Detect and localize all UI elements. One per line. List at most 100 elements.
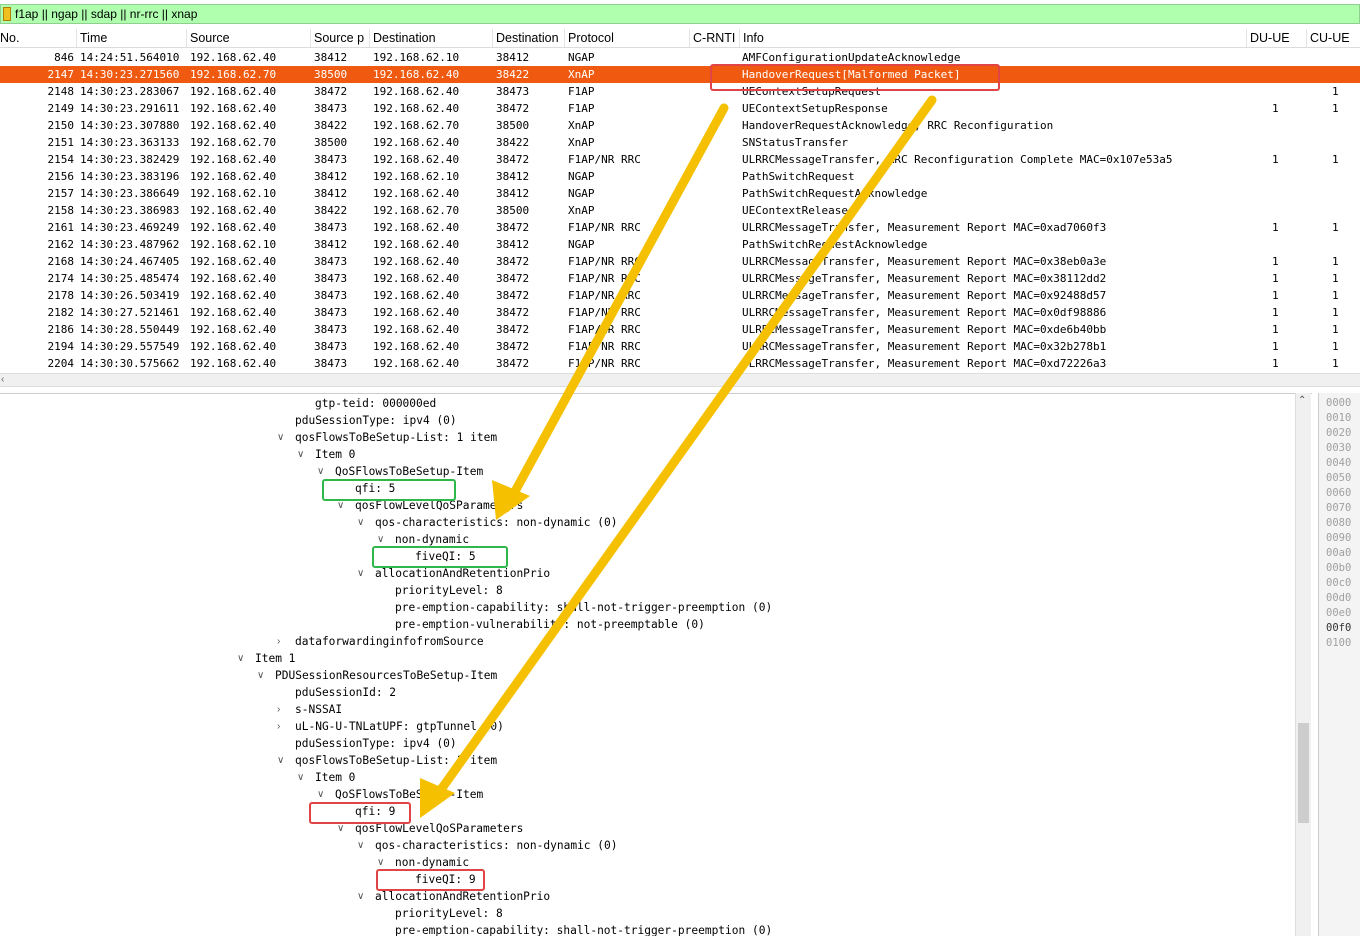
collapsed-chevron-icon[interactable]: › — [277, 636, 280, 647]
collapsed-chevron-icon[interactable]: › — [277, 721, 280, 732]
packet-list-horizontal-scrollbar[interactable]: ‹ — [0, 373, 1360, 387]
packet-info: UEContextRelease — [742, 204, 848, 217]
tree-node[interactable]: priorityLevel: 8 — [395, 907, 503, 924]
column-header[interactable]: CU-UE — [1310, 31, 1350, 45]
column-header[interactable]: Destination — [496, 31, 559, 45]
packet-row[interactable]: 2168 14:30:24.467405 192.168.62.40 38473 192… — [0, 253, 1360, 270]
packet-row[interactable]: 2204 14:30:30.575662 192.168.62.40 38473 192… — [0, 355, 1360, 372]
collapsed-chevron-icon[interactable]: › — [277, 704, 280, 715]
expanded-chevron-icon[interactable]: ∨ — [297, 772, 304, 783]
column-separator[interactable] — [564, 29, 565, 47]
tree-node[interactable]: Item 0 — [315, 448, 355, 465]
packet-row[interactable]: 2186 14:30:28.550449 192.168.62.40 38473 192… — [0, 321, 1360, 338]
packet-time: 14:30:23.386983 — [80, 204, 180, 217]
column-header[interactable]: Time — [80, 31, 107, 45]
packet-row[interactable]: 2162 14:30:23.487962 192.168.62.10 38412 192… — [0, 236, 1360, 253]
tree-node[interactable]: pre-emption-vulnerability: not-preemptab… — [395, 618, 705, 635]
packet-dport: 38472 — [496, 323, 530, 336]
expanded-chevron-icon[interactable]: ∨ — [317, 466, 324, 477]
scrollbar-thumb[interactable] — [1298, 723, 1309, 823]
tree-node[interactable]: priorityLevel: 8 — [395, 584, 503, 601]
tree-node[interactable]: gtp-teid: 000000ed — [315, 397, 436, 414]
column-separator[interactable] — [689, 29, 690, 47]
column-header[interactable]: Source p — [314, 31, 364, 45]
tree-node[interactable]: uL-NG-U-TNLatUPF: gtpTunnel (0) — [295, 720, 504, 737]
packet-row[interactable]: 2150 14:30:23.307880 192.168.62.40 38422 192… — [0, 117, 1360, 134]
packet-proto: XnAP — [568, 136, 595, 149]
tree-node[interactable]: pduSessionType: ipv4 (0) — [295, 414, 457, 431]
column-header[interactable]: No. — [0, 31, 19, 45]
scroll-left-icon[interactable]: ‹ — [1, 374, 4, 385]
packet-row[interactable]: 2178 14:30:26.503419 192.168.62.40 38473 192… — [0, 287, 1360, 304]
expanded-chevron-icon[interactable]: ∨ — [377, 857, 384, 868]
tree-node[interactable]: pre-emption-capability: shall-not-trigge… — [395, 601, 772, 618]
column-separator[interactable] — [369, 29, 370, 47]
expanded-chevron-icon[interactable]: ∨ — [337, 823, 344, 834]
tree-node[interactable]: s-NSSAI — [295, 703, 342, 720]
tree-node[interactable]: Item 1 — [255, 652, 295, 669]
packet-row[interactable]: 2161 14:30:23.469249 192.168.62.40 38473 192… — [0, 219, 1360, 236]
column-separator[interactable] — [310, 29, 311, 47]
packet-row[interactable]: 2147 14:30:23.271560 192.168.62.70 38500 192… — [0, 66, 1360, 83]
tree-node[interactable]: qos-characteristics: non-dynamic (0) — [375, 516, 617, 533]
packet-no: 2154 — [47, 153, 75, 166]
packet-row[interactable]: 2154 14:30:23.382429 192.168.62.40 38473 192… — [0, 151, 1360, 168]
tree-node[interactable]: allocationAndRetentionPrio — [375, 890, 550, 907]
column-header[interactable]: Source — [190, 31, 230, 45]
packet-row[interactable]: 2148 14:30:23.283067 192.168.62.40 38472 192… — [0, 83, 1360, 100]
expanded-chevron-icon[interactable]: ∨ — [257, 670, 264, 681]
tree-node[interactable]: pduSessionType: ipv4 (0) — [295, 737, 457, 754]
packet-row[interactable]: 2194 14:30:29.557549 192.168.62.40 38473 192… — [0, 338, 1360, 355]
packet-row[interactable]: 2151 14:30:23.363133 192.168.62.70 38500 192… — [0, 134, 1360, 151]
expanded-chevron-icon[interactable]: ∨ — [297, 449, 304, 460]
expanded-chevron-icon[interactable]: ∨ — [357, 568, 364, 579]
packet-row[interactable]: 2149 14:30:23.291611 192.168.62.40 38473 192… — [0, 100, 1360, 117]
tree-node[interactable]: allocationAndRetentionPrio — [375, 567, 550, 584]
display-filter-input[interactable]: f1ap || ngap || sdap || nr-rrc || xnap — [15, 7, 197, 21]
column-header[interactable]: DU-UE — [1250, 31, 1290, 45]
column-separator[interactable] — [186, 29, 187, 47]
tree-node[interactable]: qosFlowsToBeSetup-List: 1 item — [295, 431, 497, 448]
expanded-chevron-icon[interactable]: ∨ — [337, 500, 344, 511]
column-header[interactable]: Info — [743, 31, 764, 45]
tree-node[interactable]: qosFlowsToBeSetup-List: 1 item — [295, 754, 497, 771]
tree-node[interactable]: qosFlowLevelQoSParameters — [355, 822, 523, 839]
packet-row[interactable]: 2158 14:30:23.386983 192.168.62.40 38422 192… — [0, 202, 1360, 219]
column-separator[interactable] — [76, 29, 77, 47]
column-header[interactable]: C-RNTI — [693, 31, 735, 45]
bookmark-icon[interactable] — [3, 7, 11, 21]
column-separator[interactable] — [1306, 29, 1307, 47]
details-vertical-scrollbar[interactable]: ⌃ — [1295, 393, 1311, 936]
packet-row[interactable]: 846 14:24:51.564010 192.168.62.40 38412 192.… — [0, 49, 1360, 66]
column-header[interactable]: Protocol — [568, 31, 614, 45]
tree-node[interactable]: qos-characteristics: non-dynamic (0) — [375, 839, 617, 856]
column-separator[interactable] — [492, 29, 493, 47]
packet-row[interactable]: 2156 14:30:23.383196 192.168.62.40 38412 192… — [0, 168, 1360, 185]
packet-dport: 38473 — [496, 85, 530, 98]
display-filter-bar[interactable]: f1ap || ngap || sdap || nr-rrc || xnap — [0, 4, 1360, 24]
tree-node[interactable]: dataforwardinginfofromSource — [295, 635, 484, 652]
expanded-chevron-icon[interactable]: ∨ — [317, 789, 324, 800]
expanded-chevron-icon[interactable]: ∨ — [377, 534, 384, 545]
column-separator[interactable] — [1246, 29, 1247, 47]
column-separator[interactable] — [739, 29, 740, 47]
packet-src: 192.168.62.40 — [190, 255, 277, 268]
packet-row[interactable]: 2157 14:30:23.386649 192.168.62.10 38412 192… — [0, 185, 1360, 202]
expanded-chevron-icon[interactable]: ∨ — [277, 755, 284, 766]
tree-node[interactable]: pre-emption-capability: shall-not-trigge… — [395, 924, 772, 936]
packet-dport: 38412 — [496, 238, 530, 251]
packet-row[interactable]: 2174 14:30:25.485474 192.168.62.40 38473 192… — [0, 270, 1360, 287]
expanded-chevron-icon[interactable]: ∨ — [357, 840, 364, 851]
scroll-up-icon[interactable]: ⌃ — [1298, 395, 1306, 406]
expanded-chevron-icon[interactable]: ∨ — [237, 653, 244, 664]
expanded-chevron-icon[interactable]: ∨ — [277, 432, 284, 443]
tree-node[interactable]: Item 0 — [315, 771, 355, 788]
tree-node[interactable]: PDUSessionResourcesToBeSetup-Item — [275, 669, 497, 686]
packet-info: PathSwitchRequestAcknowledge — [742, 238, 928, 251]
tree-node[interactable]: qosFlowLevelQoSParameters — [355, 499, 523, 516]
expanded-chevron-icon[interactable]: ∨ — [357, 891, 364, 902]
tree-node[interactable]: pduSessionId: 2 — [295, 686, 396, 703]
expanded-chevron-icon[interactable]: ∨ — [357, 517, 364, 528]
packet-row[interactable]: 2182 14:30:27.521461 192.168.62.40 38473 192… — [0, 304, 1360, 321]
column-header[interactable]: Destination — [373, 31, 436, 45]
